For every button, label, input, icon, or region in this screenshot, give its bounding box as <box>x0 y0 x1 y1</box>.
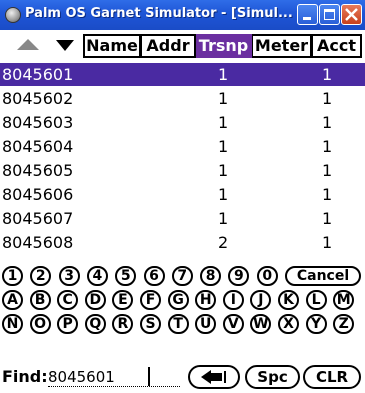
sort-descending-icon[interactable] <box>56 40 74 51</box>
key-h[interactable]: H <box>195 290 217 310</box>
record-id: 8045605 <box>2 161 74 180</box>
record-acct: 1 <box>322 65 333 84</box>
sort-ascending-icon[interactable] <box>17 39 39 50</box>
close-button[interactable] <box>341 4 362 25</box>
record-id: 8045608 <box>2 233 74 252</box>
key-8[interactable]: 8 <box>200 266 222 286</box>
key-j[interactable]: J <box>250 290 272 310</box>
key-m[interactable]: M <box>333 290 355 310</box>
key-x[interactable]: X <box>278 314 299 334</box>
key-9[interactable]: 9 <box>228 266 250 286</box>
record-acct: 1 <box>322 161 333 180</box>
key-7[interactable]: 7 <box>171 266 193 286</box>
key-d[interactable]: D <box>84 290 106 310</box>
key-e[interactable]: E <box>112 290 134 310</box>
key-k[interactable]: K <box>278 290 299 310</box>
key-q[interactable]: Q <box>84 314 106 334</box>
text-caret <box>148 367 150 386</box>
key-3[interactable]: 3 <box>58 266 80 286</box>
record-trsnp: 1 <box>218 89 229 108</box>
find-input-underline <box>48 386 180 387</box>
key-b[interactable]: B <box>29 290 51 310</box>
window-title: Palm OS Garnet Simulator - [Simul... <box>25 6 293 21</box>
record-id: 8045603 <box>2 113 74 132</box>
list-item[interactable]: 8045605 1 1 <box>0 159 365 182</box>
key-cancel[interactable]: Cancel <box>285 266 361 286</box>
find-input[interactable]: 8045601 <box>48 368 115 386</box>
record-id: 8045604 <box>2 137 74 156</box>
key-w[interactable]: W <box>250 314 272 334</box>
record-id: 8045607 <box>2 209 74 228</box>
key-g[interactable]: G <box>167 290 189 310</box>
key-6[interactable]: 6 <box>143 266 165 286</box>
column-header-trsnp[interactable]: Trsnp <box>196 34 252 58</box>
key-n[interactable]: N <box>2 314 23 334</box>
key-l[interactable]: L <box>305 290 327 310</box>
column-header-name[interactable]: Name <box>83 34 141 58</box>
key-s[interactable]: S <box>140 314 161 334</box>
record-acct: 1 <box>322 89 333 108</box>
key-r[interactable]: R <box>112 314 134 334</box>
key-f[interactable]: F <box>140 290 161 310</box>
record-acct: 1 <box>322 137 333 156</box>
key-u[interactable]: U <box>195 314 217 334</box>
record-acct: 1 <box>322 185 333 204</box>
key-a[interactable]: A <box>2 290 23 310</box>
key-i[interactable]: I <box>222 290 244 310</box>
record-trsnp: 1 <box>218 209 229 228</box>
maximize-button[interactable] <box>319 4 340 25</box>
find-label: Find: <box>2 367 48 386</box>
list-item[interactable]: 8045607 1 1 <box>0 207 365 230</box>
key-v[interactable]: V <box>222 314 244 334</box>
key-5[interactable]: 5 <box>115 266 137 286</box>
space-button[interactable]: Spc <box>245 365 300 389</box>
record-trsnp: 1 <box>218 65 229 84</box>
key-o[interactable]: O <box>29 314 51 334</box>
record-acct: 1 <box>322 233 333 252</box>
list-item[interactable]: 8045603 1 1 <box>0 111 365 134</box>
column-header-addr[interactable]: Addr <box>141 34 196 58</box>
list-item[interactable]: 8045601 1 1 <box>0 63 365 86</box>
find-bar: Find: 8045601 Spc CLR <box>0 363 365 391</box>
list-item[interactable]: 8045608 2 1 <box>0 231 365 254</box>
backspace-arrow-icon <box>201 370 226 384</box>
record-trsnp: 1 <box>218 185 229 204</box>
key-p[interactable]: P <box>57 314 79 334</box>
list-item[interactable]: 8045606 1 1 <box>0 183 365 206</box>
maximize-icon <box>324 9 335 20</box>
palm-app-icon <box>5 7 21 23</box>
record-trsnp: 1 <box>218 137 229 156</box>
close-icon <box>345 8 358 21</box>
record-id: 8045606 <box>2 185 74 204</box>
record-id: 8045602 <box>2 89 74 108</box>
record-acct: 1 <box>322 209 333 228</box>
minimize-button[interactable] <box>297 4 318 25</box>
key-y[interactable]: Y <box>305 314 327 334</box>
key-t[interactable]: T <box>167 314 189 334</box>
key-z[interactable]: Z <box>333 314 355 334</box>
clear-button[interactable]: CLR <box>303 365 361 389</box>
title-bar[interactable]: Palm OS Garnet Simulator - [Simul... <box>0 0 365 30</box>
record-id: 8045601 <box>2 65 74 84</box>
list-item[interactable]: 8045602 1 1 <box>0 87 365 110</box>
record-acct: 1 <box>322 113 333 132</box>
record-trsnp: 1 <box>218 161 229 180</box>
key-c[interactable]: C <box>57 290 79 310</box>
key-0[interactable]: 0 <box>256 266 278 286</box>
backspace-button[interactable] <box>188 365 240 389</box>
key-4[interactable]: 4 <box>86 266 108 286</box>
column-header-row: Name Addr Trsnp Meter Acct <box>0 31 365 61</box>
key-2[interactable]: 2 <box>30 266 52 286</box>
record-trsnp: 1 <box>218 113 229 132</box>
minimize-icon <box>303 17 311 20</box>
list-item[interactable]: 8045604 1 1 <box>0 135 365 158</box>
column-header-acct[interactable]: Acct <box>312 34 362 58</box>
column-header-meter[interactable]: Meter <box>252 34 312 58</box>
record-trsnp: 2 <box>218 233 229 252</box>
key-1[interactable]: 1 <box>2 266 23 286</box>
